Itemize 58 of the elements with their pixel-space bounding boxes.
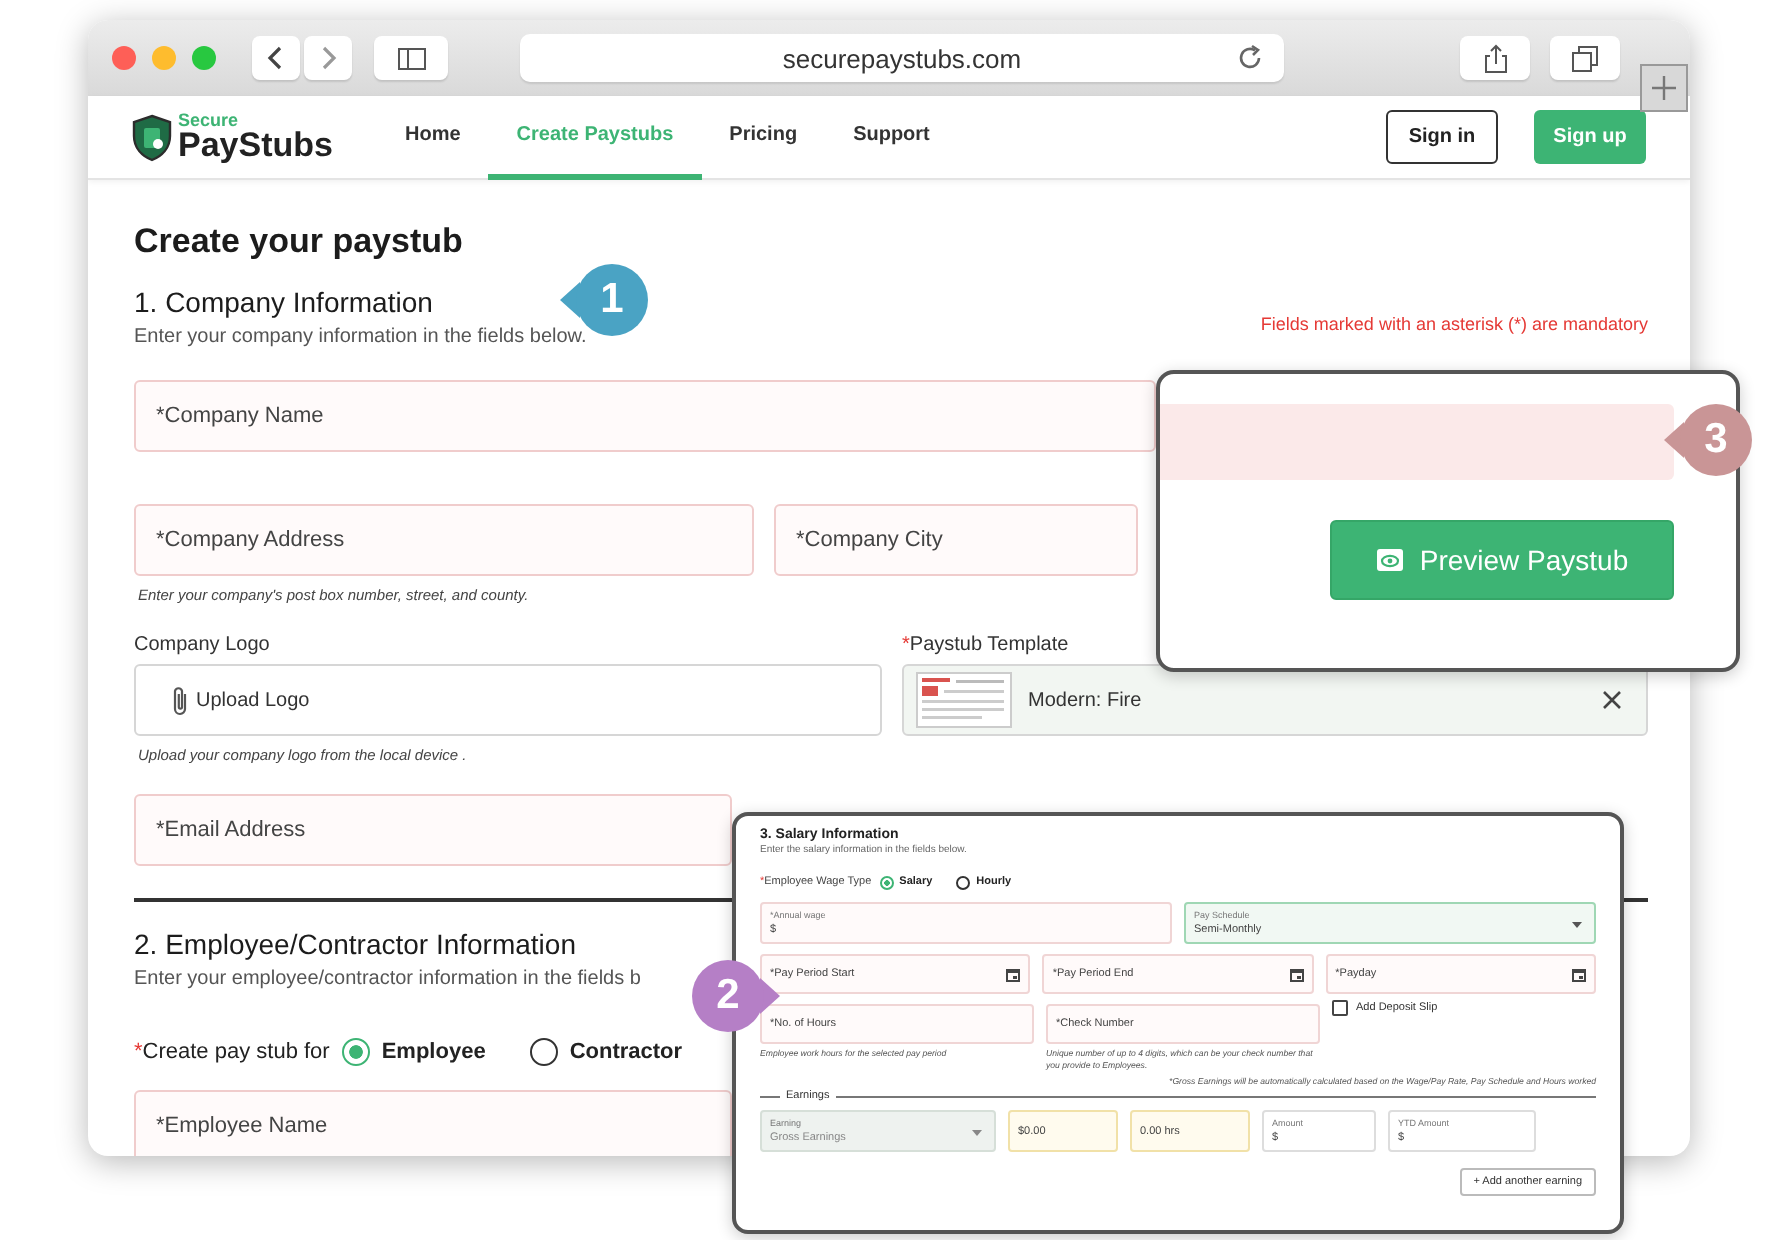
calendar-icon bbox=[1289, 968, 1304, 982]
back-button[interactable] bbox=[252, 36, 300, 80]
nav-link[interactable]: Home bbox=[376, 96, 489, 180]
template-name: Modern: Fire bbox=[1028, 689, 1142, 711]
paperclip-icon bbox=[172, 684, 190, 716]
radio-button[interactable] bbox=[956, 875, 971, 889]
input-field[interactable]: *Company Name bbox=[134, 380, 1156, 452]
radio-button[interactable] bbox=[341, 1038, 370, 1066]
sidebar-button[interactable] bbox=[374, 36, 448, 80]
input-field[interactable]: *Employee Name bbox=[134, 1090, 732, 1156]
required-mark: * bbox=[134, 1040, 143, 1064]
input-field[interactable]: *Company City bbox=[774, 504, 1138, 576]
back-icon bbox=[266, 46, 286, 70]
shield-logo-icon bbox=[132, 113, 172, 161]
new-tab-button[interactable] bbox=[1640, 64, 1688, 112]
required-mark: * bbox=[902, 634, 910, 656]
eye-icon bbox=[1375, 548, 1404, 572]
logo-text: PayStubs bbox=[178, 128, 333, 162]
address-bar[interactable]: securepaystubs.com bbox=[520, 34, 1284, 82]
share-button[interactable] bbox=[1460, 36, 1530, 80]
mandatory-note: Fields marked with an asterisk (*) are mandatory bbox=[1260, 314, 1648, 334]
field-label: Company Logo bbox=[134, 634, 270, 656]
caret-icon bbox=[1572, 922, 1582, 928]
forward-icon bbox=[318, 46, 338, 70]
template-select[interactable]: Modern: Fire bbox=[902, 664, 1648, 736]
section-description: Enter your employee/contractor information in the fields b bbox=[134, 966, 641, 994]
radio-button[interactable] bbox=[529, 1038, 558, 1066]
section-heading: 1. Company Information bbox=[134, 284, 433, 320]
reload-icon bbox=[1236, 44, 1264, 72]
calendar-icon bbox=[1006, 968, 1021, 982]
input-field[interactable]: *Email Address bbox=[134, 794, 732, 866]
page-title: Create your paystub bbox=[134, 220, 465, 264]
upload-field[interactable]: Upload Logo bbox=[134, 664, 882, 736]
sidebar-icon bbox=[397, 47, 425, 69]
caret-icon bbox=[972, 1130, 982, 1136]
upload-label[interactable]: Upload Logo bbox=[196, 689, 310, 711]
tabs-button[interactable] bbox=[1550, 36, 1620, 80]
section-heading: 2. Employee/Contractor Information bbox=[134, 926, 576, 962]
plus-icon bbox=[1652, 76, 1676, 100]
input-field[interactable] bbox=[1160, 404, 1674, 480]
calendar-icon bbox=[1571, 968, 1586, 982]
url-text: securepaystubs.com bbox=[782, 43, 1022, 73]
sign-in-button[interactable]: Sign in bbox=[1386, 110, 1498, 164]
logo-text: Secure bbox=[178, 112, 241, 130]
close-icon[interactable] bbox=[1602, 690, 1622, 710]
document-thumbnail-icon bbox=[916, 672, 1012, 728]
tabs-icon bbox=[1572, 45, 1598, 71]
field-label: Paystub Template bbox=[909, 634, 1069, 656]
radio-button[interactable] bbox=[879, 875, 894, 889]
radio-label[interactable]: Employee bbox=[381, 1040, 486, 1064]
checkbox[interactable] bbox=[1332, 1000, 1348, 1016]
section-description: Enter your company information in the fields below. bbox=[134, 324, 587, 352]
share-icon bbox=[1483, 43, 1507, 73]
field-label: Create pay stub for bbox=[142, 1040, 330, 1064]
nav-link[interactable]: Support bbox=[825, 96, 958, 180]
nav-link[interactable]: Pricing bbox=[701, 96, 826, 180]
radio-label[interactable]: Contractor bbox=[569, 1040, 683, 1064]
input-field[interactable]: *Company Address bbox=[134, 504, 754, 576]
